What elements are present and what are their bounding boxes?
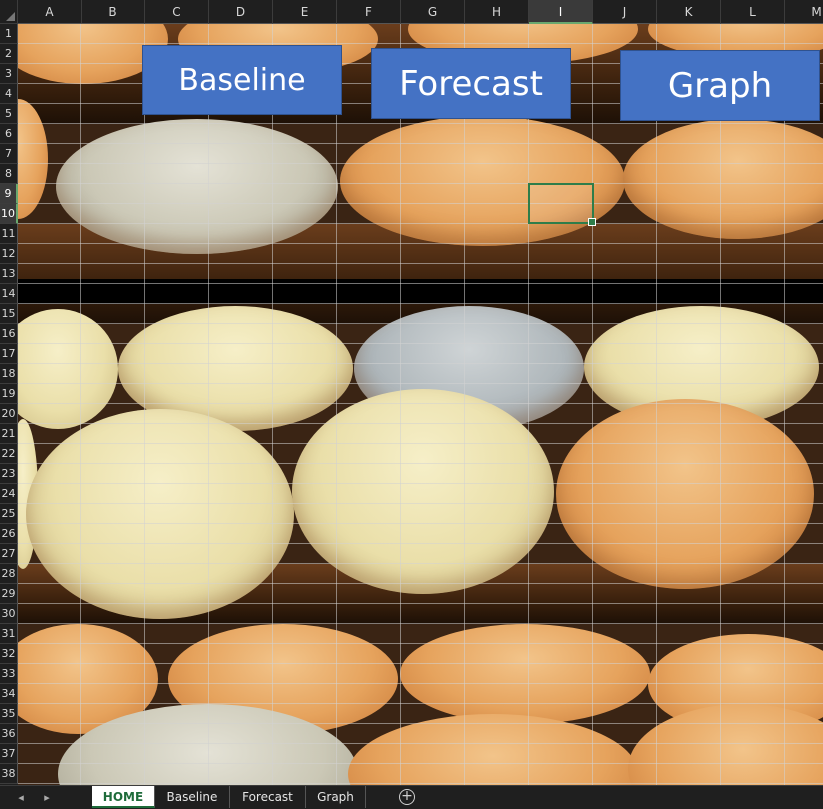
row-header-33[interactable]: 33 xyxy=(0,664,18,684)
column-header-l[interactable]: L xyxy=(721,0,785,24)
column-header-m[interactable]: M xyxy=(785,0,823,24)
row-header-3[interactable]: 3 xyxy=(0,64,18,84)
column-header-f[interactable]: F xyxy=(337,0,401,24)
row-header-16[interactable]: 16 xyxy=(0,324,18,344)
row-header-2[interactable]: 2 xyxy=(0,44,18,64)
tab-home[interactable]: HOME xyxy=(92,786,155,808)
row-header-20[interactable]: 20 xyxy=(0,404,18,424)
row-header-7[interactable]: 7 xyxy=(0,144,18,164)
worksheet-grid[interactable]: Baseline Forecast Graph xyxy=(18,24,823,786)
row-header-30[interactable]: 30 xyxy=(0,604,18,624)
row-header-37[interactable]: 37 xyxy=(0,744,18,764)
row-header-19[interactable]: 19 xyxy=(0,384,18,404)
row-header-36[interactable]: 36 xyxy=(0,724,18,744)
row-header-35[interactable]: 35 xyxy=(0,704,18,724)
row-header-1[interactable]: 1 xyxy=(0,24,18,44)
cheese-background-image xyxy=(18,24,823,786)
row-header-15[interactable]: 15 xyxy=(0,304,18,324)
row-headers: 1 2 3 4 5 6 7 8 9 10 11 12 13 14 15 16 17 18 19 20 21 22 23 24 2… xyxy=(0,24,18,786)
row-header-14[interactable]: 14 xyxy=(0,284,18,304)
row-header-31[interactable]: 31 xyxy=(0,624,18,644)
column-header-i[interactable]: I xyxy=(529,0,593,24)
row-header-21[interactable]: 21 xyxy=(0,424,18,444)
row-header-23[interactable]: 23 xyxy=(0,464,18,484)
row-header-25[interactable]: 25 xyxy=(0,504,18,524)
column-header-d[interactable]: D xyxy=(209,0,273,24)
row-header-4[interactable]: 4 xyxy=(0,84,18,104)
row-header-12[interactable]: 12 xyxy=(0,244,18,264)
row-header-26[interactable]: 26 xyxy=(0,524,18,544)
tab-baseline[interactable]: Baseline xyxy=(155,786,230,808)
forecast-button[interactable]: Forecast xyxy=(371,48,571,119)
fill-handle[interactable] xyxy=(588,218,596,226)
tab-graph[interactable]: Graph xyxy=(306,786,366,808)
row-header-24[interactable]: 24 xyxy=(0,484,18,504)
row-header-13[interactable]: 13 xyxy=(0,264,18,284)
column-header-g[interactable]: G xyxy=(401,0,465,24)
select-all-corner[interactable] xyxy=(0,0,18,24)
baseline-button[interactable]: Baseline xyxy=(142,45,342,115)
tab-scroll-right-icon[interactable]: ▸ xyxy=(38,786,56,809)
column-header-j[interactable]: J xyxy=(593,0,657,24)
row-header-18[interactable]: 18 xyxy=(0,364,18,384)
row-header-27[interactable]: 27 xyxy=(0,544,18,564)
row-header-17[interactable]: 17 xyxy=(0,344,18,364)
tab-scroll-left-icon[interactable]: ◂ xyxy=(12,786,30,809)
row-header-22[interactable]: 22 xyxy=(0,444,18,464)
column-header-a[interactable]: A xyxy=(18,0,82,24)
row-header-29[interactable]: 29 xyxy=(0,584,18,604)
column-header-c[interactable]: C xyxy=(145,0,209,24)
column-header-k[interactable]: K xyxy=(657,0,721,24)
row-header-10[interactable]: 10 xyxy=(0,204,18,224)
row-header-32[interactable]: 32 xyxy=(0,644,18,664)
column-header-e[interactable]: E xyxy=(273,0,337,24)
row-header-8[interactable]: 8 xyxy=(0,164,18,184)
graph-button[interactable]: Graph xyxy=(620,50,820,121)
sheet-tab-bar: ◂ ▸ HOME Baseline Forecast Graph + xyxy=(0,785,823,809)
column-header-h[interactable]: H xyxy=(465,0,529,24)
row-header-38[interactable]: 38 xyxy=(0,764,18,784)
row-header-9[interactable]: 9 xyxy=(0,184,18,204)
row-header-34[interactable]: 34 xyxy=(0,684,18,704)
row-header-28[interactable]: 28 xyxy=(0,564,18,584)
add-sheet-icon[interactable]: + xyxy=(399,789,415,805)
row-header-6[interactable]: 6 xyxy=(0,124,18,144)
selected-cell[interactable] xyxy=(528,183,596,226)
tab-forecast[interactable]: Forecast xyxy=(230,786,306,808)
column-headers: ABCDEFGHIJKLM xyxy=(18,0,823,24)
column-header-b[interactable]: B xyxy=(81,0,145,24)
row-header-5[interactable]: 5 xyxy=(0,104,18,124)
row-header-11[interactable]: 11 xyxy=(0,224,18,244)
